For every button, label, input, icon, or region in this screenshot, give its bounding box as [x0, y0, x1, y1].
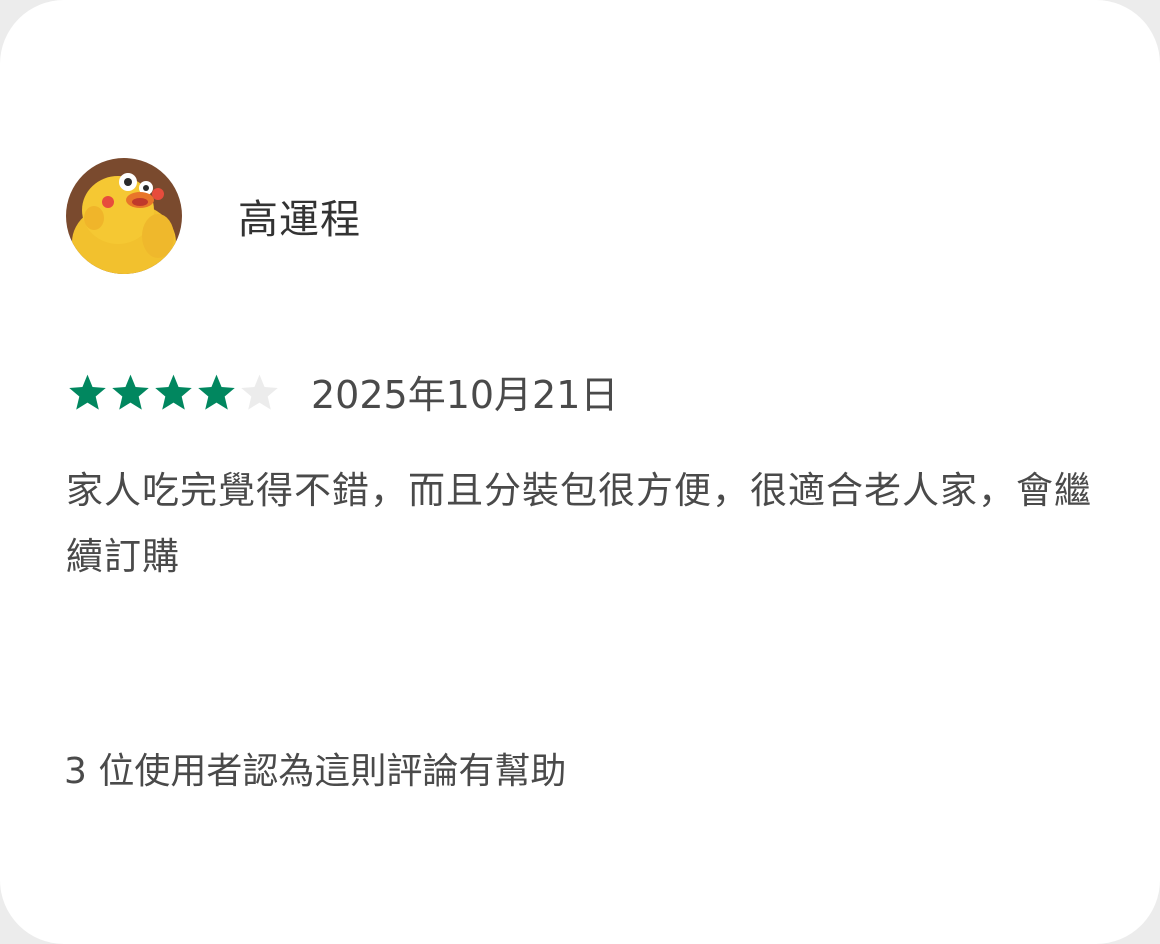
reviewer-name: 高運程: [238, 197, 361, 243]
review-date: 2025年10月21日: [311, 373, 619, 417]
review-card: 高運程 2025年10月21日 家人吃完覺得不錯，而且分裝包很方便，很適合老人家…: [0, 0, 1160, 944]
star-filled-icon: [198, 374, 235, 410]
rating-row: 2025年10月21日: [66, 364, 618, 419]
avatar[interactable]: [66, 158, 182, 274]
chick-avatar-icon: [66, 158, 182, 274]
helpful-count: 3 位使用者認為這則評論有幫助: [64, 751, 567, 792]
star-filled-icon: [112, 374, 149, 410]
reviewer-header: 高運程: [66, 158, 361, 274]
star-filled-icon: [155, 374, 192, 410]
review-body: 家人吃完覺得不錯，而且分裝包很方便，很適合老人家，會繼續訂購: [66, 469, 1092, 578]
star-empty-icon: [241, 374, 278, 410]
star-rating: [66, 372, 281, 412]
star-filled-icon: [69, 374, 106, 410]
